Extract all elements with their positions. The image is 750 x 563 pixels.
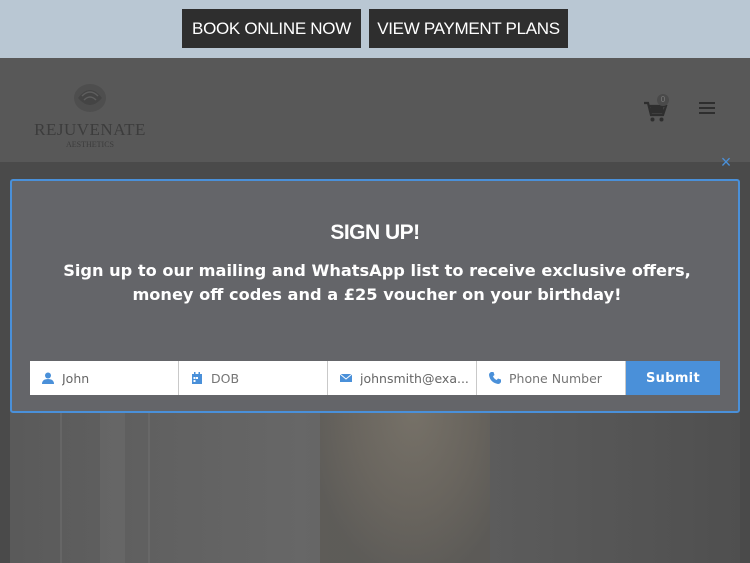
logo-text: REJUVENATE — [34, 120, 146, 139]
submit-button[interactable]: Submit — [626, 361, 720, 395]
close-icon[interactable]: × — [718, 153, 734, 171]
hamburger-menu-icon[interactable] — [699, 102, 715, 116]
site-header: REJUVENATE AESTHETICS 0 — [0, 58, 750, 162]
logo[interactable]: REJUVENATE AESTHETICS — [30, 78, 150, 152]
cart-count-badge: 0 — [657, 94, 669, 106]
signup-form: Submit — [30, 361, 722, 395]
top-bar: BOOK ONLINE NOW VIEW PAYMENT PLANS — [0, 0, 750, 58]
dob-field[interactable] — [179, 361, 328, 395]
phone-input[interactable] — [509, 361, 621, 395]
modal-title: SIGN UP! — [330, 221, 420, 244]
dob-input[interactable] — [211, 361, 323, 395]
book-online-button[interactable]: BOOK ONLINE NOW — [182, 9, 361, 48]
name-input[interactable] — [62, 361, 174, 395]
name-field[interactable] — [30, 361, 179, 395]
email-input[interactable] — [360, 361, 472, 395]
user-icon — [42, 372, 54, 384]
logo-subtext: AESTHETICS — [66, 140, 114, 149]
email-field[interactable] — [328, 361, 477, 395]
signup-modal: SIGN UP! Sign up to our mailing and What… — [10, 179, 740, 413]
logo-emblem-icon — [74, 84, 106, 112]
modal-description: Sign up to our mailing and WhatsApp list… — [63, 261, 691, 304]
view-payment-plans-button[interactable]: VIEW PAYMENT PLANS — [369, 9, 568, 48]
envelope-icon — [340, 373, 352, 382]
calendar-icon — [192, 372, 202, 384]
phone-field[interactable] — [477, 361, 626, 395]
phone-icon — [489, 372, 501, 384]
